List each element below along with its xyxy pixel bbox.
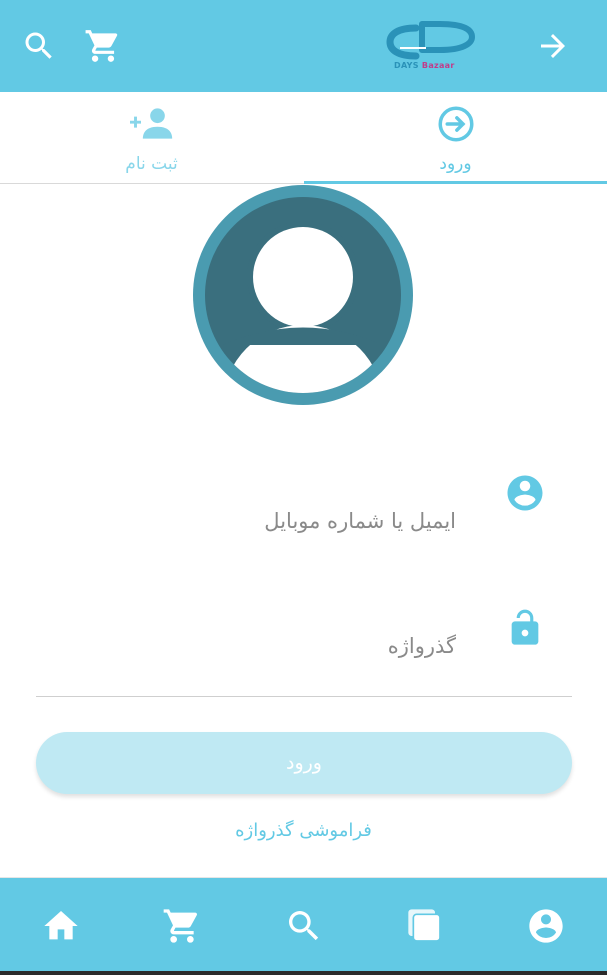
tab-login[interactable]: ورود	[304, 92, 607, 184]
system-bar-edge	[0, 971, 607, 975]
email-field	[0, 465, 607, 565]
field-divider	[36, 696, 572, 697]
tab-login-label: ورود	[439, 154, 472, 174]
login-icon	[434, 104, 478, 144]
nav-home[interactable]	[37, 902, 85, 950]
person-add-icon	[129, 104, 174, 144]
cart-icon	[85, 30, 118, 62]
logo-text: DAYS Bazaar	[394, 61, 455, 70]
cart-button[interactable]	[83, 26, 123, 66]
search-icon	[25, 32, 52, 59]
active-tab-indicator	[304, 181, 607, 184]
forgot-password-link[interactable]: فراموشی گذرواژه	[0, 820, 607, 841]
password-field	[0, 600, 607, 700]
search-button[interactable]	[19, 26, 59, 66]
bottom-navigation	[0, 877, 607, 975]
account-circle-icon	[503, 471, 547, 515]
pages-icon	[408, 909, 441, 942]
nav-profile[interactable]	[522, 902, 570, 950]
cart-icon	[163, 909, 198, 943]
app-logo: DAYS Bazaar	[386, 18, 482, 76]
top-app-bar: DAYS Bazaar	[0, 0, 607, 92]
tab-register-label: ثبت نام	[125, 154, 178, 174]
email-input[interactable]	[36, 499, 456, 543]
arrow-forward-icon	[541, 34, 565, 58]
nav-cart[interactable]	[158, 902, 206, 950]
search-icon	[289, 911, 319, 941]
lock-icon	[503, 606, 547, 650]
login-button[interactable]: ورود	[36, 732, 572, 794]
forward-button[interactable]	[533, 26, 573, 66]
nav-pages[interactable]	[401, 902, 449, 950]
password-input[interactable]	[36, 624, 456, 668]
user-avatar	[193, 185, 413, 405]
profile-icon	[529, 909, 563, 943]
home-icon	[44, 911, 78, 940]
tab-register[interactable]: ثبت نام	[0, 92, 303, 184]
nav-search[interactable]	[280, 902, 328, 950]
auth-tabs: ثبت نام ورود	[0, 92, 607, 184]
